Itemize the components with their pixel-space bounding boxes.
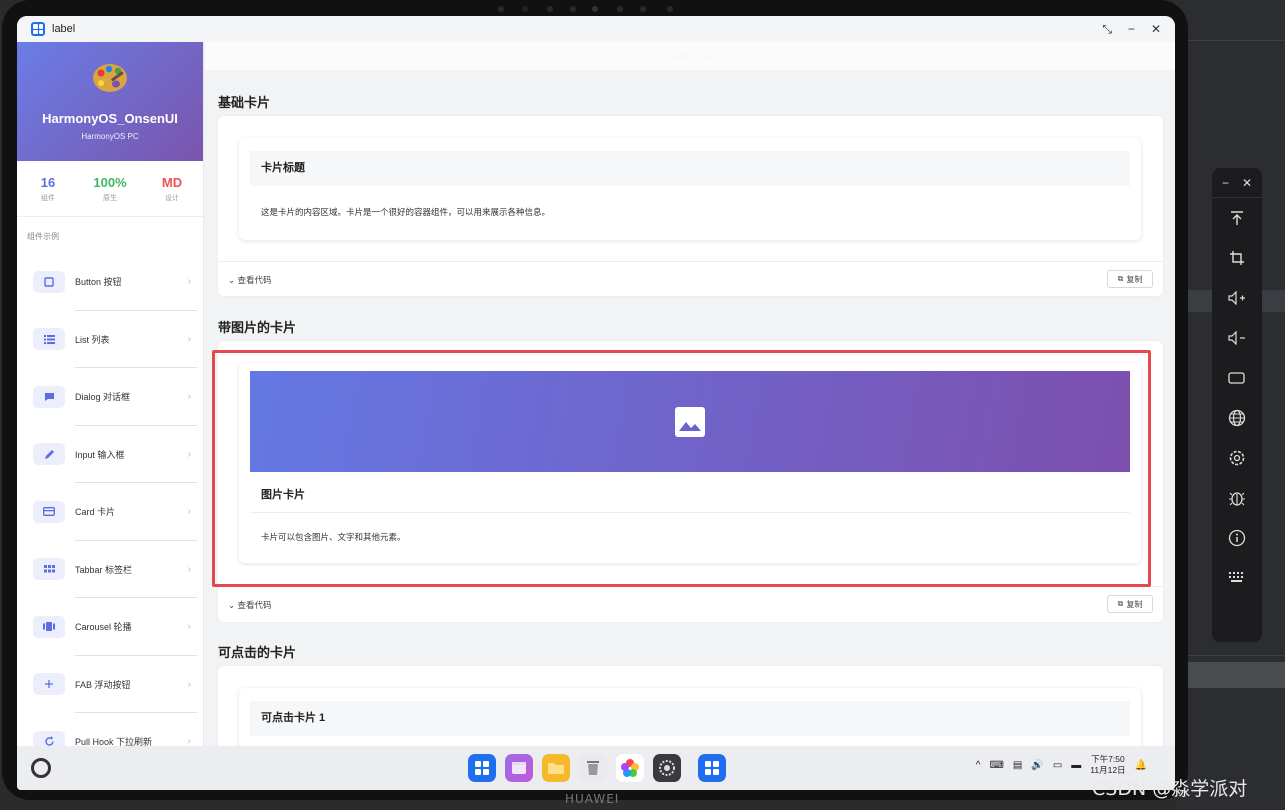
stat-design: MD 设计 [161,174,183,202]
view-code-toggle[interactable]: ⌄ 查看代码 [228,599,272,611]
card-title: 可点击卡片 1 [250,701,1130,736]
stat-components: 16 组件 [40,174,56,202]
sidebar-item-carousel[interactable]: Carousel 轮播 › [17,598,203,656]
gallery-icon[interactable] [616,754,644,782]
copy-button[interactable]: ⧉ 复制 [1107,270,1153,288]
carousel-icon [33,615,65,638]
copy-button[interactable]: ⧉ 复制 [1107,595,1153,613]
ime-icon[interactable]: ⌨ [989,760,1003,771]
sidebar-item-pullhook[interactable]: Pull Hook 下拉刷新 › [17,713,203,746]
sidebar-item-input[interactable]: Input 输入框 › [17,426,203,483]
sidebar-item-card[interactable]: Card 卡片 › [17,483,203,541]
system-tray: ^ ⌨ ▤ 🔊 ▭ ▬ 下午7:50 11月12日 🔔 [976,754,1147,776]
sidebar-item-button[interactable]: Button 按钮 › [17,253,203,311]
emulator-tool-panel: − ✕ [1212,168,1262,642]
panel-clickable-card: 可点击卡片 1 [218,666,1163,746]
card-text: 这是卡片的内容区域。卡片是一个很好的容器组件，可以用来展示各种信息。 [261,207,551,217]
palette-icon [93,64,127,92]
section-title-image: 带图片的卡片 [218,320,297,335]
keyboard-icon[interactable] [1212,558,1262,598]
page-topbar: Card 卡片 [205,42,1175,70]
window-title: label [52,23,76,35]
multitask-icon[interactable] [505,754,533,782]
close-icon[interactable]: ✕ [1151,22,1161,36]
app-subtitle: HarmonyOS PC [81,132,139,141]
copy-icon: ⧉ [1117,274,1124,283]
section-title-clickable: 可点击的卡片 [218,645,297,660]
volume-down-icon[interactable] [1212,318,1262,358]
sidebar: HarmonyOS_OnsenUI HarmonyOS PC 16 组件 100… [17,42,204,746]
notification-bell-icon[interactable]: 🔔 [1135,760,1147,771]
crop-icon[interactable] [1212,238,1262,278]
clock[interactable]: 下午7:50 11月12日 [1090,754,1125,776]
panel-minimize-icon[interactable]: − [1222,176,1229,190]
settings-icon[interactable] [1212,438,1262,478]
files-icon[interactable] [542,754,570,782]
chevron-right-icon: › [187,448,191,460]
refresh-icon [33,730,65,746]
label-app-icon[interactable] [698,754,726,782]
watermark: CSDN @淼学派对 [1092,778,1248,800]
settings-app-icon[interactable] [653,754,681,782]
panel-close-icon[interactable]: ✕ [1242,176,1252,190]
card-title: 卡片标题 [250,151,1130,186]
chevron-right-icon: › [187,736,191,746]
dock [468,754,726,782]
info-icon[interactable] [1212,518,1262,558]
start-button[interactable] [31,758,51,778]
volume-icon[interactable]: 🔊 [1031,760,1043,771]
device-brand: HUAWEI [565,792,620,806]
app-grid-icon [31,22,45,36]
pencil-icon [33,443,65,466]
square-icon [33,270,65,293]
chevron-right-icon: › [187,678,191,690]
chevron-right-icon: › [187,276,191,288]
sidebar-header: HarmonyOS_OnsenUI HarmonyOS PC [17,42,203,161]
globe-icon[interactable] [1212,398,1262,438]
clipboard-icon[interactable]: ▤ [1013,760,1022,771]
trash-icon[interactable] [579,754,607,782]
list-icon [33,328,65,351]
panel-basic-card: 卡片标题 这是卡片的内容区域。卡片是一个很好的容器组件，可以用来展示各种信息。 … [218,116,1163,296]
chevron-right-icon: › [187,333,191,345]
pin-top-icon[interactable] [1212,198,1262,238]
sidebar-item-tabbar[interactable]: Tabbar 标签栏 › [17,541,203,598]
restore-icon[interactable]: ⤡ [1102,22,1112,37]
chat-icon [33,385,65,408]
sidebar-item-list[interactable]: List 列表 › [17,311,203,368]
plus-icon [33,673,65,696]
power-key-icon[interactable] [1212,358,1262,398]
minimize-icon[interactable]: − [1128,22,1135,36]
app-name: HarmonyOS_OnsenUI [42,111,178,126]
code-bar: ⌄ 查看代码 ⧉ 复制 [218,261,1163,297]
volume-up-icon[interactable] [1212,278,1262,318]
battery-icon[interactable]: ▬ [1071,760,1081,771]
chevron-right-icon: › [187,391,191,403]
chevron-right-icon: › [187,621,191,633]
app-center-icon[interactable] [468,754,496,782]
sidebar-item-fab[interactable]: FAB 浮动按钮 › [17,656,203,713]
chevron-right-icon: › [187,563,191,575]
card-icon [33,500,65,523]
taskbar: ^ ⌨ ▤ 🔊 ▭ ▬ 下午7:50 11月12日 🔔 [17,746,1175,790]
view-code-toggle[interactable]: ⌄ 查看代码 [228,274,272,286]
chevron-right-icon: › [187,506,191,518]
code-bar: ⌄ 查看代码 ⧉ 复制 [218,586,1163,622]
window-titlebar: label ⤡ − ✕ [17,16,1175,42]
basic-card: 卡片标题 这是卡片的内容区域。卡片是一个很好的容器组件，可以用来展示各种信息。 [239,138,1141,240]
section-title-basic: 基础卡片 [218,95,271,110]
highlight-box [212,350,1151,587]
sidebar-item-dialog[interactable]: Dialog 对话框 › [17,368,203,426]
section-label: 组件示例 [27,232,59,241]
stat-native: 100% 原生 [93,174,127,202]
grid-icon [33,558,65,581]
tray-chevron-up-icon[interactable]: ^ [976,760,981,771]
display-icon[interactable]: ▭ [1053,760,1062,771]
clickable-card[interactable]: 可点击卡片 1 [239,688,1141,746]
stats-row: 16 组件 100% 原生 MD 设计 [17,161,203,217]
debug-bug-icon[interactable] [1212,478,1262,518]
copy-icon: ⧉ [1117,599,1124,608]
